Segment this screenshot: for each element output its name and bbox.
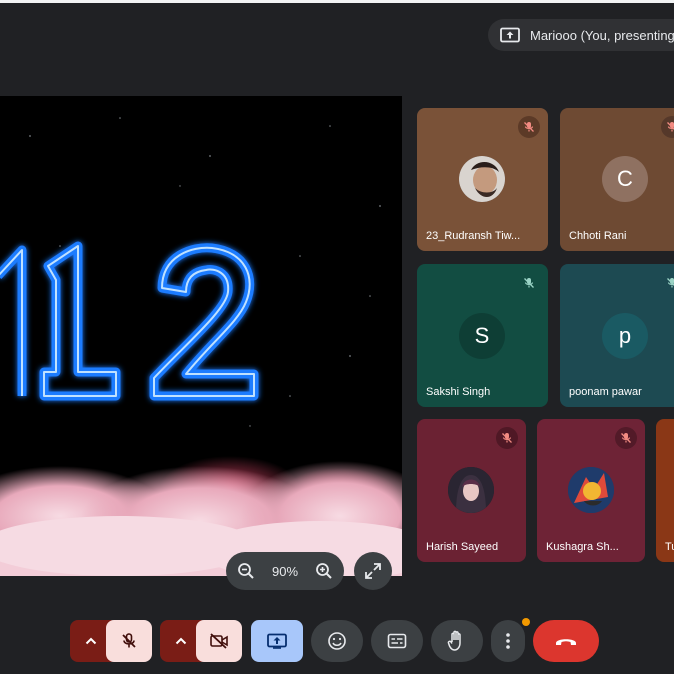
shared-screen-content bbox=[0, 117, 402, 576]
more-vert-icon bbox=[506, 633, 510, 649]
camera-control bbox=[160, 620, 244, 662]
participant-tile-6[interactable]: Tu bbox=[656, 419, 674, 562]
fullscreen-button[interactable] bbox=[354, 552, 392, 590]
zoom-out-button[interactable] bbox=[234, 559, 258, 583]
notification-dot bbox=[522, 618, 530, 626]
avatar: C bbox=[602, 156, 648, 202]
avatar: p bbox=[602, 313, 648, 359]
mic-off-icon bbox=[615, 427, 637, 449]
zoom-out-icon bbox=[238, 563, 254, 579]
captions-icon bbox=[387, 633, 407, 649]
presenting-label: Mariooo (You, presenting) bbox=[530, 27, 674, 43]
participant-name: Chhoti Rani bbox=[569, 230, 627, 242]
emoji-icon bbox=[328, 632, 346, 650]
participant-tile-1[interactable]: C Chhoti Rani bbox=[560, 108, 674, 251]
avatar bbox=[459, 156, 505, 202]
zoom-in-button[interactable] bbox=[312, 559, 336, 583]
avatar bbox=[568, 467, 614, 513]
zoom-pill: 90% bbox=[226, 552, 344, 590]
participant-name: poonam pawar bbox=[569, 386, 642, 398]
chevron-up-icon bbox=[175, 637, 187, 645]
fullscreen-icon bbox=[365, 563, 381, 579]
participant-tile-4[interactable]: Harish Sayeed bbox=[417, 419, 526, 562]
participant-name: Kushagra Sh... bbox=[546, 541, 619, 553]
raise-hand-icon bbox=[447, 630, 461, 651]
participant-name: 23_Rudransh Tiw... bbox=[426, 230, 521, 242]
zoom-in-icon bbox=[316, 563, 332, 579]
videocam-off-icon bbox=[210, 633, 228, 649]
mic-off-icon bbox=[496, 427, 518, 449]
zoom-level: 90% bbox=[271, 563, 299, 579]
present-screen-icon bbox=[500, 27, 520, 43]
participant-tile-2[interactable]: S Sakshi Singh bbox=[417, 264, 548, 407]
participant-tile-3[interactable]: p poonam pawar bbox=[560, 264, 674, 407]
shared-screen bbox=[0, 96, 402, 576]
chevron-up-icon bbox=[85, 637, 97, 645]
emoji-button[interactable] bbox=[311, 620, 363, 662]
participant-name: Tu bbox=[665, 541, 674, 553]
mic-off-icon bbox=[518, 116, 540, 138]
top-window-strip bbox=[0, 0, 674, 3]
participant-name: Sakshi Singh bbox=[426, 386, 491, 398]
captions-button[interactable] bbox=[371, 620, 423, 662]
present-screen-icon bbox=[267, 633, 287, 649]
avatar bbox=[448, 467, 494, 513]
zoom-controls: 90% bbox=[226, 552, 396, 590]
mic-toggle-button[interactable] bbox=[106, 620, 152, 662]
more-options-button[interactable] bbox=[491, 620, 525, 662]
mic-off-icon bbox=[122, 633, 136, 648]
participant-tile-5[interactable]: Kushagra Sh... bbox=[537, 419, 645, 562]
participant-tile-0[interactable]: 23_Rudransh Tiw... bbox=[417, 108, 548, 251]
mic-off-icon bbox=[518, 272, 540, 294]
present-button[interactable] bbox=[251, 620, 303, 662]
camera-toggle-button[interactable] bbox=[196, 620, 242, 662]
mic-control bbox=[70, 620, 154, 662]
presenting-chip[interactable]: Mariooo (You, presenting) bbox=[488, 19, 674, 51]
avatar: S bbox=[459, 313, 505, 359]
raise-hand-button[interactable] bbox=[431, 620, 483, 662]
call-end-icon bbox=[556, 639, 576, 645]
leave-call-button[interactable] bbox=[533, 620, 599, 662]
participant-name: Harish Sayeed bbox=[426, 541, 499, 553]
